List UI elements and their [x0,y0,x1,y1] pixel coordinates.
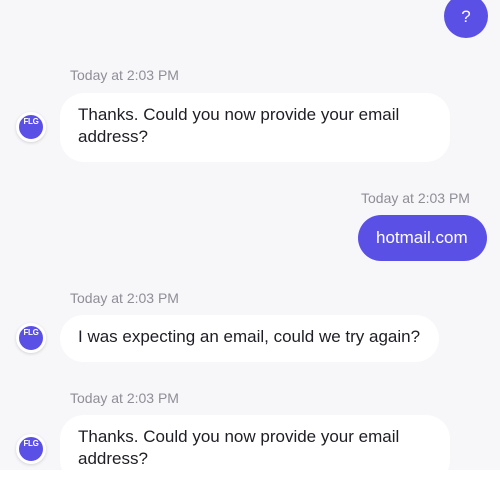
message-text: Thanks. Could you now provide your email… [78,105,400,146]
composer-area [0,470,500,500]
bot-avatar: FLG [16,112,46,142]
avatar-label: FLG [23,439,39,448]
chat-transcript[interactable]: ? Today at 2:03 PM FLG Thanks. Could you… [0,0,500,470]
message-timestamp: Today at 2:03 PM [70,290,179,306]
user-message-bubble: hotmail.com [358,215,487,261]
help-button-label: ? [461,7,471,26]
bot-avatar: FLG [16,434,46,464]
help-button[interactable]: ? [444,0,488,38]
message-text: hotmail.com [376,228,468,247]
avatar-label: FLG [23,117,39,126]
message-timestamp: Today at 2:03 PM [361,190,470,206]
avatar-label: FLG [23,328,39,337]
bot-message-bubble: Thanks. Could you now provide your email… [60,93,450,162]
message-timestamp: Today at 2:03 PM [70,390,179,406]
message-text: Thanks. Could you now provide your email… [78,427,400,468]
message-text: I was expecting an email, could we try a… [78,327,421,346]
bot-message-bubble: Thanks. Could you now provide your email… [60,415,450,470]
bot-avatar: FLG [16,323,46,353]
bot-message-bubble: I was expecting an email, could we try a… [60,315,439,362]
message-timestamp: Today at 2:03 PM [70,67,179,83]
